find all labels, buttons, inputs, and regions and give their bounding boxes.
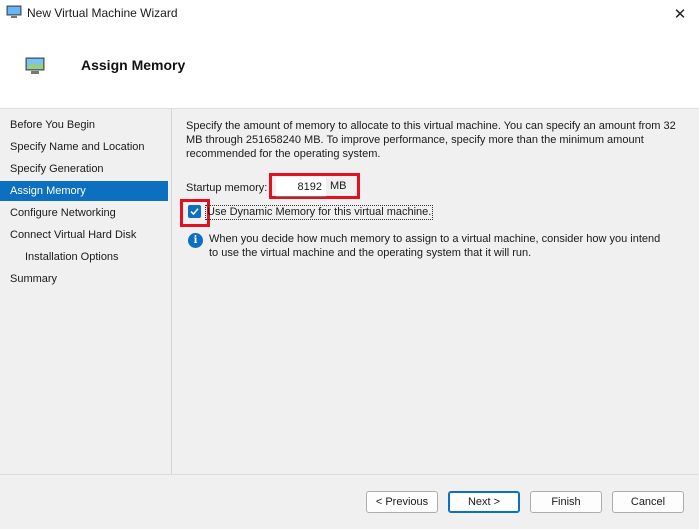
startup-memory-input[interactable] — [276, 177, 326, 197]
finish-button[interactable]: Finish — [530, 491, 602, 513]
window-title: New Virtual Machine Wizard — [27, 6, 178, 20]
description-text: Specify the amount of memory to allocate… — [186, 120, 676, 160]
nav-item-before-you-begin[interactable]: Before You Begin — [0, 115, 168, 135]
nav-item-specify-generation[interactable]: Specify Generation — [0, 159, 168, 179]
nav-item-connect-virtual-hard-disk[interactable]: Connect Virtual Hard Disk — [0, 225, 168, 245]
title-bar: New Virtual Machine Wizard ✕ — [0, 0, 699, 28]
nav-item-summary[interactable]: Summary — [0, 269, 168, 289]
page-title: Assign Memory — [81, 57, 186, 73]
dynamic-memory-checkbox[interactable] — [188, 205, 201, 218]
cancel-button[interactable]: Cancel — [612, 491, 684, 513]
dynamic-memory-label[interactable]: Use Dynamic Memory for this virtual mach… — [205, 205, 434, 220]
wizard-steps-nav: Before You Begin Specify Name and Locati… — [0, 109, 172, 474]
nav-item-installation-options[interactable]: Installation Options — [0, 247, 168, 267]
wizard-header: Assign Memory — [0, 28, 699, 109]
nav-item-specify-name-and-location[interactable]: Specify Name and Location — [0, 137, 168, 157]
next-button[interactable]: Next > — [448, 491, 520, 513]
virtual-machine-icon — [25, 57, 45, 74]
close-icon[interactable]: ✕ — [669, 4, 691, 24]
startup-memory-row: Startup memory: MB — [186, 173, 360, 199]
info-text: When you decide how much memory to assig… — [209, 233, 661, 259]
virtual-machine-icon — [6, 5, 22, 18]
startup-memory-unit: MB — [330, 180, 347, 192]
startup-memory-label: Startup memory: — [186, 182, 268, 194]
wizard-body: Before You Begin Specify Name and Locati… — [0, 109, 699, 474]
nav-item-configure-networking[interactable]: Configure Networking — [0, 203, 168, 223]
previous-button[interactable]: < Previous — [366, 491, 438, 513]
content-pane: Specify the amount of memory to allocate… — [180, 119, 686, 259]
wizard-footer: < Previous Next > Finish Cancel — [0, 474, 699, 529]
nav-item-assign-memory[interactable]: Assign Memory — [0, 181, 168, 201]
info-icon: i — [188, 233, 203, 248]
checkmark-icon — [190, 208, 199, 216]
